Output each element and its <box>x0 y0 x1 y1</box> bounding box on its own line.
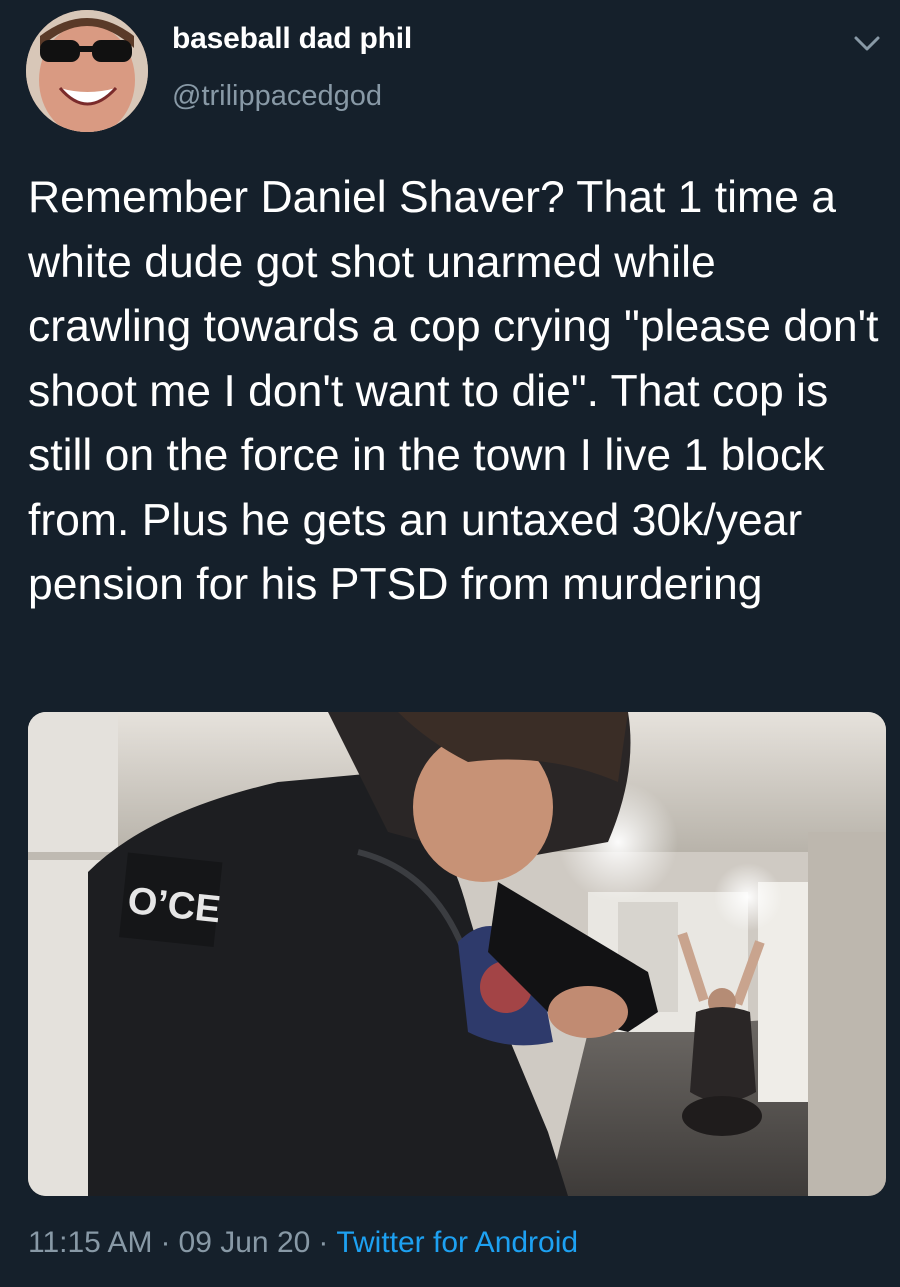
tweet-media-image[interactable]: O’CE <box>28 712 886 1196</box>
separator: · <box>160 1226 171 1259</box>
tweet-text: Remember Daniel Shaver? That 1 time a wh… <box>28 173 879 609</box>
avatar-photo <box>26 10 148 132</box>
tweet-metadata: 11:15 AM · 09 Jun 20 · Twitter for Android <box>28 1226 578 1260</box>
chevron-down-icon[interactable] <box>852 28 882 58</box>
tweet-time[interactable]: 11:15 AM <box>28 1226 153 1259</box>
separator: · <box>318 1226 329 1259</box>
tweet-date[interactable]: 09 Jun 20 <box>179 1226 311 1259</box>
avatar[interactable] <box>26 10 148 132</box>
user-handle[interactable]: @trilippacedgod <box>172 80 382 113</box>
display-name[interactable]: baseball dad phil <box>172 22 412 56</box>
tweet-source-link[interactable]: Twitter for Android <box>336 1226 578 1259</box>
